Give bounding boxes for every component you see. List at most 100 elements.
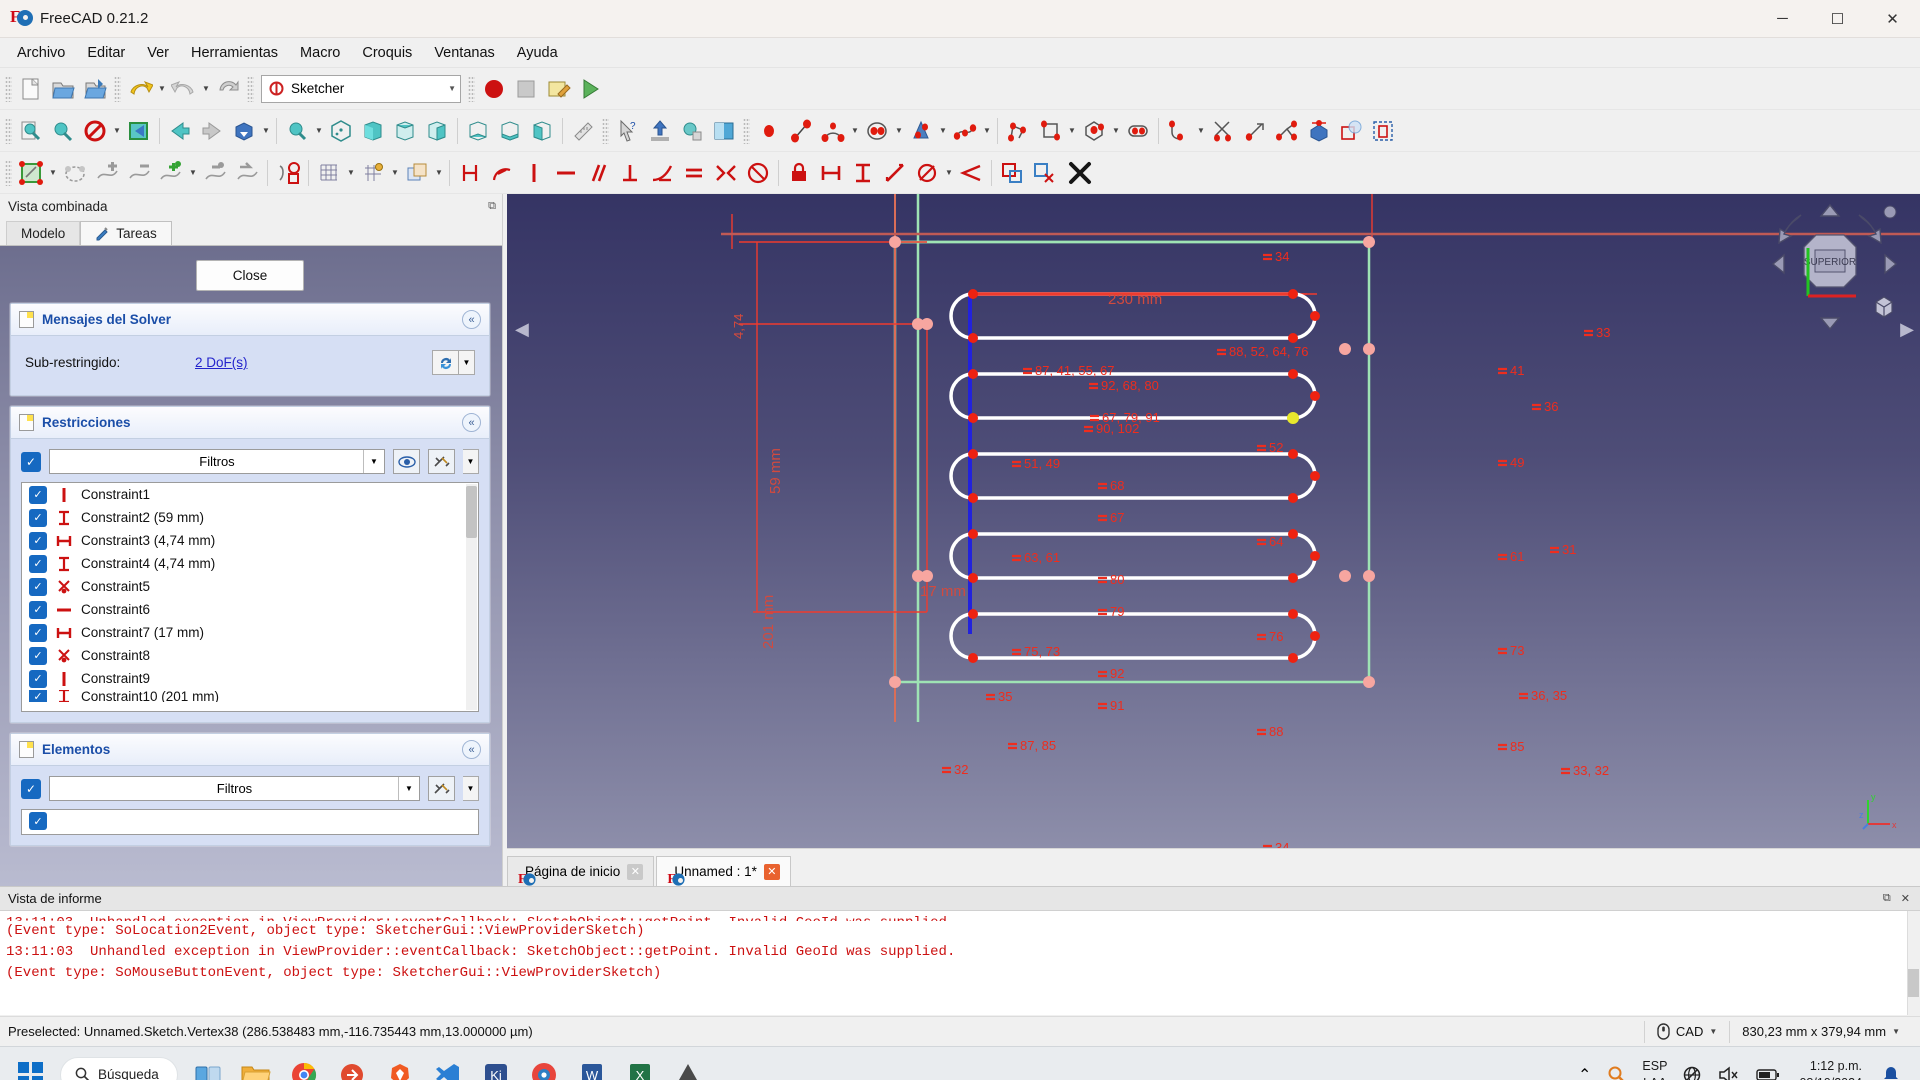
constraint-label[interactable]: 49 [1497, 455, 1524, 470]
create-arc-icon[interactable] [817, 114, 849, 148]
item-checkbox[interactable]: ✓ [29, 531, 47, 550]
tray-search-highlight-icon[interactable] [1600, 1051, 1634, 1080]
start-button[interactable] [6, 1051, 54, 1080]
auto-update-caret[interactable]: ▼ [459, 350, 475, 375]
back-arrow-icon[interactable] [164, 114, 196, 148]
menu-editar[interactable]: Editar [76, 41, 136, 65]
tray-network-icon[interactable] [1675, 1051, 1709, 1080]
constrain-lock-icon[interactable] [742, 156, 774, 190]
right-view-icon[interactable] [421, 114, 453, 148]
split-edge-icon[interactable] [1271, 114, 1303, 148]
mirror-sketch-icon[interactable] [231, 156, 263, 190]
dimension-label[interactable]: 201 mm [760, 595, 777, 649]
collapse-icon[interactable]: « [462, 740, 481, 759]
measure-icon[interactable] [567, 114, 599, 148]
tab-tareas[interactable]: Tareas [80, 221, 172, 246]
constraints-scroll-thumb[interactable] [466, 486, 477, 538]
constraint-label[interactable]: 92 [1097, 666, 1124, 681]
list-item[interactable]: ✓ Constraint3 (4,74 mm) [22, 529, 478, 552]
list-item[interactable]: ✓ Constraint1 [22, 483, 478, 506]
constrain-parallel-icon[interactable] [582, 156, 614, 190]
elements-settings-button[interactable] [428, 776, 455, 801]
navigation-cube[interactable]: SUPERIOR [1768, 202, 1908, 332]
rectangle-caret[interactable]: ▼ [1066, 114, 1078, 148]
chevron-down-icon[interactable]: ▼ [1892, 1027, 1900, 1036]
open-document-icon[interactable] [47, 72, 79, 106]
chevron-down-icon[interactable]: ▼ [448, 84, 456, 93]
macro-execute-icon[interactable] [574, 72, 606, 106]
create-polyline-icon[interactable] [1002, 114, 1034, 148]
edit-sketch-icon[interactable] [15, 156, 47, 190]
report-scroll-thumb[interactable] [1908, 969, 1919, 997]
maximize-button[interactable]: ☐ [1810, 0, 1865, 38]
constrain-tangent-icon[interactable] [646, 156, 678, 190]
constraint-label[interactable]: 75, 73 [1011, 644, 1060, 659]
menu-archivo[interactable]: Archivo [6, 41, 76, 65]
merge-sketch-icon[interactable] [123, 156, 155, 190]
elements-list[interactable]: ✓ [21, 809, 479, 835]
taskbar-search[interactable]: Búsqueda [60, 1056, 178, 1080]
select-all-icon[interactable] [123, 114, 155, 148]
sharex-icon[interactable] [328, 1051, 376, 1080]
arc-caret[interactable]: ▼ [849, 114, 861, 148]
constraint-label[interactable]: 80 [1097, 572, 1124, 587]
snap-caret[interactable]: ▼ [389, 156, 401, 190]
close-icon[interactable]: ✕ [1901, 892, 1910, 905]
dimension-label[interactable]: 230 mm [1108, 291, 1162, 308]
view-section-icon[interactable] [272, 156, 304, 190]
tray-language-indicator[interactable]: ESP LAA [1636, 1058, 1673, 1080]
create-circle-icon[interactable] [861, 114, 893, 148]
constraints-list[interactable]: ✓ Constraint1 ✓ Constraint2 (59 mm) ✓ Co… [21, 482, 479, 712]
constrain-lock-position-icon[interactable] [783, 156, 815, 190]
item-checkbox[interactable]: ✓ [29, 577, 47, 596]
toolbar-grip[interactable] [247, 75, 254, 102]
toolbar-grip[interactable] [114, 75, 121, 102]
freecad-icon[interactable] [520, 1051, 568, 1080]
constraint-label[interactable]: 68 [1097, 478, 1124, 493]
list-item[interactable]: ✓ Constraint4 (4,74 mm) [22, 552, 478, 575]
list-item[interactable]: ✓ Constraint6 [22, 598, 478, 621]
list-item[interactable]: ✓ Constraint8 [22, 644, 478, 667]
validate-sketch-icon[interactable] [91, 156, 123, 190]
undock-icon[interactable]: ⧉ [1883, 892, 1891, 905]
fit-selection-icon[interactable] [47, 114, 79, 148]
constraint-label[interactable]: 67 [1097, 510, 1124, 525]
constraint-label[interactable]: 87, 85 [1007, 738, 1056, 753]
constraint-label[interactable]: 79 [1097, 604, 1124, 619]
reorient-sketch-icon[interactable] [59, 156, 91, 190]
constrain-distance-icon[interactable] [454, 156, 486, 190]
constrain-diameter-icon[interactable] [911, 156, 943, 190]
create-fillet-icon[interactable] [1163, 114, 1195, 148]
constrain-symmetric-icon[interactable] [710, 156, 742, 190]
report-view-content[interactable]: 13:11:03 Unhandled exception in ViewProv… [0, 911, 1920, 1015]
bottom-view-icon[interactable] [494, 114, 526, 148]
constraint-label[interactable]: 33, 32 [1560, 763, 1609, 778]
toolbar-grip[interactable] [468, 75, 475, 102]
vscode-icon[interactable] [424, 1051, 472, 1080]
workbench-selector[interactable]: Sketcher ▼ [261, 74, 461, 103]
item-checkbox[interactable]: ✓ [29, 508, 47, 527]
brave-icon[interactable] [376, 1051, 424, 1080]
menu-macro[interactable]: Macro [289, 41, 351, 65]
constraint-label[interactable]: 36 [1531, 399, 1558, 414]
constraint-label[interactable]: 85 [1497, 739, 1524, 754]
map-sketch-icon[interactable] [155, 156, 187, 190]
tray-battery-icon[interactable] [1749, 1051, 1787, 1080]
leave-sketch-icon[interactable] [199, 156, 231, 190]
menu-ayuda[interactable]: Ayuda [506, 41, 569, 65]
create-bspline-icon[interactable] [949, 114, 981, 148]
menu-herramientas[interactable]: Herramientas [180, 41, 289, 65]
list-item[interactable]: ✓ Constraint9 [22, 667, 478, 690]
export-icon[interactable] [644, 114, 676, 148]
draw-style-icon[interactable] [79, 114, 111, 148]
create-line-icon[interactable] [785, 114, 817, 148]
solver-messages-header[interactable]: Mensajes del Solver « [10, 303, 490, 335]
elements-filter-combo[interactable]: Filtros ▼ [49, 776, 420, 801]
collapse-icon[interactable]: « [462, 310, 481, 329]
redo-dropdown-caret[interactable]: ▼ [200, 72, 212, 106]
constraint-label[interactable]: 34 [1262, 840, 1289, 848]
tab-close-icon[interactable]: ✕ [763, 863, 780, 880]
constraint-label[interactable]: 34 [1262, 249, 1289, 264]
auto-update-button[interactable] [432, 350, 459, 375]
refresh-view-icon[interactable] [228, 114, 260, 148]
